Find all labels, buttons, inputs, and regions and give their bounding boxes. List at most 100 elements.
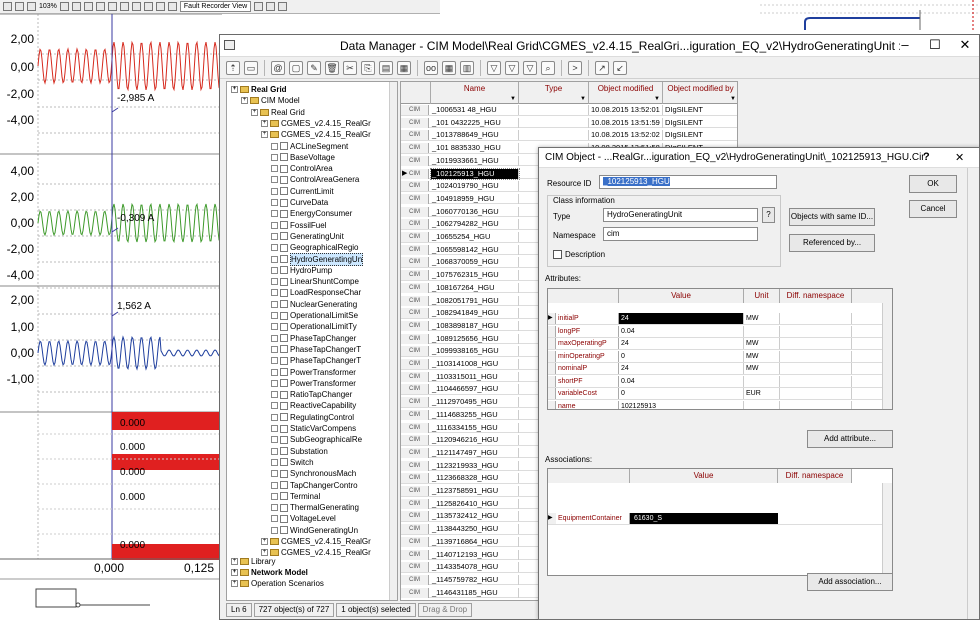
expand-icon[interactable] xyxy=(271,458,278,466)
attribute-value[interactable]: 0 xyxy=(619,388,744,399)
tree-node[interactable]: + CGMES_v2.4.15_RealGr xyxy=(261,547,371,558)
minimize-icon[interactable]: – xyxy=(890,35,920,57)
graph-icon[interactable] xyxy=(83,2,93,11)
attribute-namespace[interactable] xyxy=(780,313,852,324)
tree-node[interactable]: + CGMES_v2.4.15_RealGr xyxy=(261,118,371,129)
tree-node[interactable]: VoltageLevel xyxy=(271,513,336,524)
folder-up-icon[interactable]: ⇡ xyxy=(226,60,240,75)
attribute-row[interactable]: maxOperatingP 24 MW xyxy=(548,338,892,350)
folder-icon[interactable]: ▭ xyxy=(244,60,258,75)
attribute-namespace[interactable] xyxy=(780,400,852,409)
tree-node[interactable]: + Operation Scenarios xyxy=(231,578,324,589)
expand-icon[interactable] xyxy=(271,199,278,206)
attribute-value[interactable]: 24 xyxy=(619,338,744,349)
tree-scrollbar[interactable] xyxy=(389,82,397,600)
tree-node[interactable]: + Network Model xyxy=(231,567,308,578)
tree-node[interactable]: ThermalGenerating xyxy=(271,502,359,513)
tree-node[interactable]: PhaseTapChanger xyxy=(271,333,356,344)
expand-icon[interactable] xyxy=(271,526,278,534)
paste-icon[interactable] xyxy=(167,2,177,11)
new-object-icon[interactable]: ▢ xyxy=(289,60,303,75)
zoom-level[interactable]: 103% xyxy=(39,3,57,10)
attributes-table[interactable]: Value Unit Diff. namespace ▶ initialP 24 MW… xyxy=(547,288,893,410)
expand-icon[interactable] xyxy=(271,357,278,365)
expand-icon[interactable]: + xyxy=(241,97,248,105)
expand-icon[interactable]: + xyxy=(231,558,238,565)
tree-node[interactable]: BaseVoltage xyxy=(271,152,335,163)
attribute-value[interactable]: 0.04 xyxy=(619,375,744,387)
tree-node[interactable]: ACLineSegment xyxy=(271,141,348,152)
expand-icon[interactable] xyxy=(271,436,278,444)
tree-node[interactable]: ControlArea xyxy=(271,163,333,174)
tree-node[interactable]: + CGMES_v2.4.15_RealGr xyxy=(261,129,371,140)
column-header-type[interactable]: Type ▼ xyxy=(519,82,589,104)
cursor-icon[interactable] xyxy=(71,2,81,11)
expand-icon[interactable] xyxy=(271,255,278,263)
dialog-scrollbar[interactable] xyxy=(967,168,977,619)
attribute-namespace[interactable] xyxy=(780,388,852,399)
expand-icon[interactable] xyxy=(271,391,278,399)
expand-icon[interactable] xyxy=(271,345,278,353)
tree-node[interactable]: + Real Grid xyxy=(251,107,305,118)
tree-node[interactable]: HydroPump xyxy=(271,265,332,276)
tree-node[interactable]: RatioTapChanger xyxy=(271,389,352,400)
expand-icon[interactable] xyxy=(271,447,278,455)
expand-icon[interactable] xyxy=(271,176,278,184)
association-row[interactable]: ▶ EquipmentContainer 61630_S xyxy=(548,513,882,525)
paste-icon[interactable]: ▤ xyxy=(379,60,393,75)
expand-icon[interactable] xyxy=(271,187,278,195)
table-icon[interactable]: ▦ xyxy=(442,60,456,75)
chart-icon[interactable] xyxy=(266,2,276,11)
copy-icon[interactable]: ⎘ xyxy=(361,60,375,75)
copy-icon[interactable] xyxy=(155,2,165,11)
expand-icon[interactable] xyxy=(271,142,278,150)
tree-node[interactable]: ReactiveCapability xyxy=(271,400,356,411)
open-icon[interactable] xyxy=(3,2,12,11)
tree-node[interactable]: Switch xyxy=(271,457,314,468)
export-icon[interactable] xyxy=(131,2,141,11)
tree-node[interactable]: LoadResponseChar xyxy=(271,287,361,298)
tree-node[interactable]: CurrentLimit xyxy=(271,186,334,197)
tree-node[interactable]: PowerTransformer xyxy=(271,367,356,378)
tree-node[interactable]: StaticVarCompens xyxy=(271,423,356,434)
export-icon[interactable]: ↗ xyxy=(595,60,609,75)
attribute-namespace[interactable] xyxy=(780,363,852,374)
sort-arrow-icon[interactable]: ▼ xyxy=(580,96,586,102)
refresh-icon[interactable] xyxy=(254,2,264,11)
attribute-value[interactable]: 24 xyxy=(619,363,744,374)
column-header-modified-by[interactable]: Object modified by ▼ xyxy=(663,82,737,104)
search-icon[interactable]: ⌕ xyxy=(541,60,555,75)
expand-icon[interactable] xyxy=(271,153,278,161)
tree-node[interactable]: NuclearGenerating xyxy=(271,299,357,310)
settings-icon[interactable] xyxy=(143,2,153,11)
add-attribute-button[interactable]: Add attribute... xyxy=(807,430,893,448)
expand-icon[interactable] xyxy=(271,312,278,319)
tree-node[interactable]: PhaseTapChangerT xyxy=(271,344,361,355)
expand-icon[interactable] xyxy=(271,368,278,376)
help-icon[interactable]: ? xyxy=(923,151,930,163)
at-icon[interactable]: @ xyxy=(271,60,285,75)
association-value[interactable]: 61630_S xyxy=(630,513,778,524)
tree-node[interactable]: EnergyConsumer xyxy=(271,208,352,219)
expand-icon[interactable] xyxy=(271,504,278,512)
view-select[interactable]: Fault Recorder View xyxy=(179,1,252,12)
description-checkbox[interactable] xyxy=(553,250,562,259)
column-header-name[interactable]: Name ▼ xyxy=(431,82,519,104)
type-input[interactable]: HydroGeneratingUnit xyxy=(603,208,758,222)
attribute-row[interactable]: ▶ initialP 24 MW xyxy=(548,313,892,325)
status-drag-drop[interactable]: Drag & Drop xyxy=(417,603,473,617)
tree-node[interactable]: GeneratingUnit xyxy=(271,231,344,242)
tree-node[interactable]: SubGeographicalRe xyxy=(271,434,362,445)
table-row[interactable]: CIM _1006531 48_HGU 10.08.2015 13:52:01 DIg… xyxy=(401,105,737,116)
expand-icon[interactable] xyxy=(271,165,278,173)
detail-mode-icon[interactable]: oo xyxy=(424,60,438,75)
attribute-namespace[interactable] xyxy=(780,325,852,337)
ok-button[interactable]: OK xyxy=(909,175,957,193)
tree-node[interactable]: FossilFuel xyxy=(271,220,326,231)
type-help-button[interactable]: ? xyxy=(762,207,775,223)
expand-icon[interactable] xyxy=(271,221,278,229)
add-association-button[interactable]: Add association... xyxy=(807,573,893,591)
list-icon[interactable] xyxy=(278,2,288,11)
attribute-namespace[interactable] xyxy=(780,338,852,349)
expand-icon[interactable]: + xyxy=(231,569,238,576)
